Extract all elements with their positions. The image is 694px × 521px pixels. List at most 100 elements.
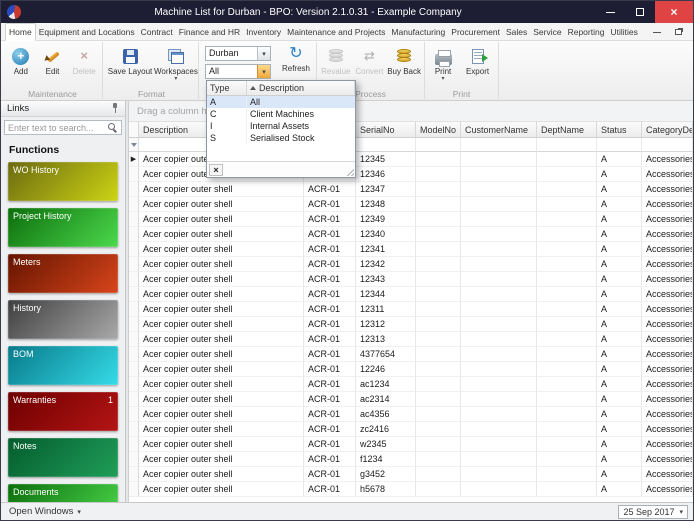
type-option-s[interactable]: S Serialised Stock: [207, 132, 355, 144]
edit-button[interactable]: Edit: [38, 44, 68, 77]
table-row[interactable]: Acer copier outer shell ACR-01 12313 A Acces…: [129, 332, 693, 347]
filter-cell[interactable]: [461, 138, 537, 152]
mdi-minimize-button[interactable]: [651, 26, 663, 38]
grid-cell: [461, 287, 537, 302]
open-windows-button[interactable]: Open Windows ▾: [1, 503, 89, 520]
resize-grip-icon[interactable]: [344, 166, 354, 176]
table-row[interactable]: Acer copier outer shell ACR-01 12311 A Acces…: [129, 302, 693, 317]
function-wo-history[interactable]: WO History: [8, 162, 118, 201]
links-search-box: [4, 120, 122, 135]
revalue-button[interactable]: Revalue: [320, 44, 352, 77]
row-indicator-cell: ▶: [129, 152, 139, 167]
column-header-status[interactable]: Status: [597, 122, 642, 138]
buy-back-button[interactable]: Buy Back: [387, 44, 421, 77]
export-button[interactable]: Export: [460, 44, 495, 77]
maximize-button[interactable]: [625, 1, 655, 23]
table-row[interactable]: Acer copier outer shell ACR-01 w2345 A Acces…: [129, 437, 693, 452]
function-bom[interactable]: BOM: [8, 346, 118, 385]
table-row[interactable]: Acer copier outer shell ACR-01 12343 A Acces…: [129, 272, 693, 287]
function-documents[interactable]: Documents: [8, 484, 118, 502]
dropdown-column-type[interactable]: Type: [207, 81, 247, 95]
table-row[interactable]: Acer copier outer shell ACR-01 12349 A Acces…: [129, 212, 693, 227]
table-row[interactable]: Acer copier outer shell ACR-01 h5678 A Acces…: [129, 482, 693, 497]
table-row[interactable]: Acer copier outer shell ACR-01 g3452 A Acces…: [129, 467, 693, 482]
function-history[interactable]: History: [8, 300, 118, 339]
convert-button[interactable]: ⇄ Convert: [354, 44, 386, 77]
tab-finance-and-hr[interactable]: Finance and HR: [176, 23, 243, 40]
save-layout-button[interactable]: Save Layout: [108, 44, 152, 77]
tab-maintenance-and-projects[interactable]: Maintenance and Projects: [284, 23, 388, 40]
function-notes[interactable]: Notes: [8, 438, 118, 477]
table-row[interactable]: Acer copier outer shell ACR-01 12246 A Acces…: [129, 362, 693, 377]
table-row[interactable]: Acer copier outer shell ACR-01 ac1234 A Acce…: [129, 377, 693, 392]
tab-procurement[interactable]: Procurement: [448, 23, 503, 40]
grid-cell: g3452: [356, 467, 416, 482]
tab-equipment-and-locations[interactable]: Equipment and Locations: [36, 23, 138, 40]
tab-contract[interactable]: Contract: [138, 23, 176, 40]
mdi-restore-button[interactable]: [672, 26, 684, 38]
clear-filter-button[interactable]: ×: [209, 164, 223, 176]
type-combo[interactable]: All ▾: [205, 64, 271, 79]
grid-cell: [461, 272, 537, 287]
grid-cell: [461, 467, 537, 482]
table-row[interactable]: Acer copier outer shell ACR-01 f1234 A Acces…: [129, 452, 693, 467]
column-header-deptname[interactable]: DeptName: [537, 122, 597, 138]
links-panel: Links Functions WO History Project Histor…: [1, 101, 126, 502]
table-row[interactable]: Acer copier outer shell ACR-01 12344 A Acces…: [129, 287, 693, 302]
table-row[interactable]: Acer copier outer shell ACR-01 12341 A Acces…: [129, 242, 693, 257]
type-option-i[interactable]: I Internal Assets: [207, 120, 355, 132]
table-row[interactable]: Acer copier outer shell ACR-01 12340 A Acces…: [129, 227, 693, 242]
tab-service[interactable]: Service: [530, 23, 564, 40]
ribbon-group-format: Save Layout Workspaces ▾ Format: [105, 42, 199, 99]
workspaces-button[interactable]: Workspaces ▾: [154, 44, 198, 82]
type-option-c[interactable]: C Client Machines: [207, 108, 355, 120]
grid-cell: [461, 347, 537, 362]
filter-cell[interactable]: [537, 138, 597, 152]
filter-cell[interactable]: [642, 138, 693, 152]
close-button[interactable]: ×: [655, 1, 693, 23]
tab-home[interactable]: Home: [5, 23, 36, 41]
column-header-customername[interactable]: CustomerName: [461, 122, 537, 138]
grid-cell: [416, 227, 461, 242]
functions-section-label: Functions: [9, 144, 60, 156]
function-meters[interactable]: Meters: [8, 254, 118, 293]
row-indicator-cell: [129, 467, 139, 482]
filter-cell[interactable]: [416, 138, 461, 152]
dropdown-column-description[interactable]: Description: [247, 81, 355, 95]
site-combo[interactable]: Durban ▾: [205, 46, 271, 61]
table-row[interactable]: Acer copier outer shell ACR-01 4377654 A Acc…: [129, 347, 693, 362]
pin-icon[interactable]: [111, 103, 119, 114]
search-input[interactable]: [5, 122, 108, 133]
column-header-categorydesc[interactable]: CategoryDesc: [642, 122, 693, 138]
tab-sales[interactable]: Sales: [503, 23, 530, 40]
site-combo-arrow-icon[interactable]: ▾: [257, 47, 270, 60]
delete-button[interactable]: × Delete: [69, 44, 99, 77]
print-button[interactable]: Print ▾: [428, 44, 458, 82]
tab-inventory[interactable]: Inventory: [243, 23, 284, 40]
column-header-serialno[interactable]: SerialNo: [356, 122, 416, 138]
minimize-button[interactable]: [595, 1, 625, 23]
delete-icon: ×: [80, 48, 88, 63]
table-row[interactable]: Acer copier outer shell ACR-01 ac4356 A Acce…: [129, 407, 693, 422]
grid-cell: [416, 257, 461, 272]
window-title: Machine List for Durban - BPO: Version 2…: [154, 6, 462, 18]
type-combo-arrow-icon[interactable]: ▾: [257, 65, 270, 78]
table-row[interactable]: Acer copier outer shell ACR-01 12348 A Acces…: [129, 197, 693, 212]
table-row[interactable]: Acer copier outer shell ACR-01 12342 A Acces…: [129, 257, 693, 272]
table-row[interactable]: Acer copier outer shell ACR-01 ac2314 A Acce…: [129, 392, 693, 407]
table-row[interactable]: Acer copier outer shell ACR-01 zc2416 A Acce…: [129, 422, 693, 437]
add-button[interactable]: + Add: [6, 44, 36, 77]
filter-cell[interactable]: [597, 138, 642, 152]
table-row[interactable]: Acer copier outer shell ACR-01 12312 A Acces…: [129, 317, 693, 332]
type-option-a[interactable]: A All: [207, 96, 355, 108]
function-warranties[interactable]: Warranties 1: [8, 392, 118, 431]
filter-cell[interactable]: [356, 138, 416, 152]
tab-utilities[interactable]: Utilities: [607, 23, 640, 40]
tab-manufacturing[interactable]: Manufacturing: [388, 23, 448, 40]
column-header-modelno[interactable]: ModelNo: [416, 122, 461, 138]
function-project-history[interactable]: Project History: [8, 208, 118, 247]
table-row[interactable]: Acer copier outer shell ACR-01 12347 A Acces…: [129, 182, 693, 197]
date-picker[interactable]: 25 Sep 2017 ▾: [618, 504, 688, 519]
grid-cell: ACR-01: [304, 287, 356, 302]
tab-reporting[interactable]: Reporting: [565, 23, 608, 40]
